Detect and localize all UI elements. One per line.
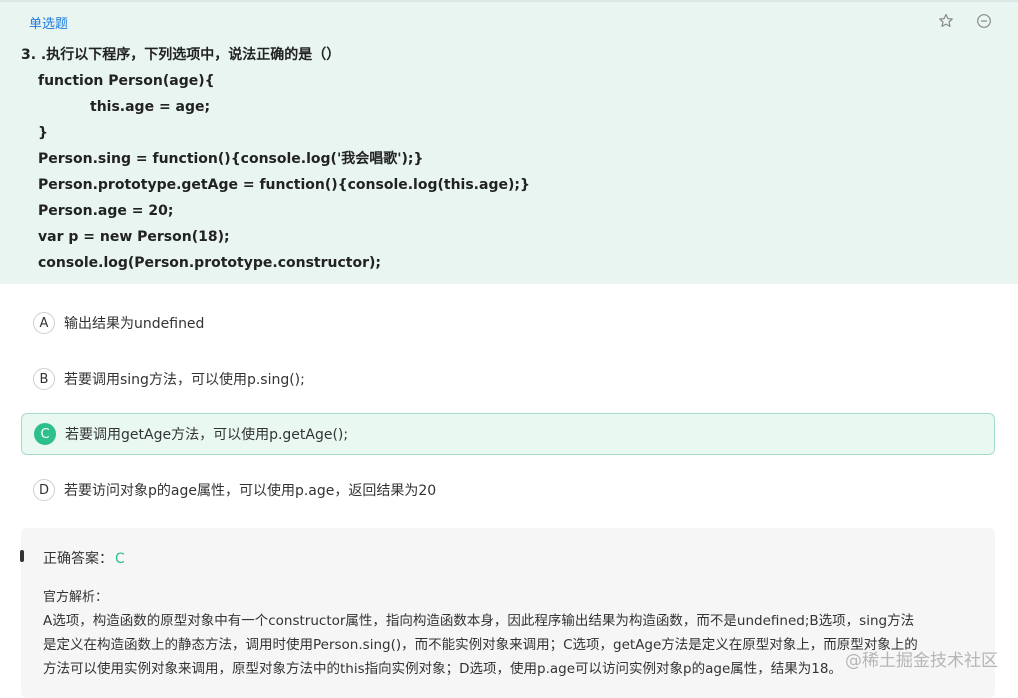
- option-letter: C: [34, 423, 56, 445]
- explanation-line: A选项，构造函数的原型对象中有一个constructor属性，指向构造函数本身，…: [43, 613, 915, 629]
- explanation-text: A选项，构造函数的原型对象中有一个constructor属性，指向构造函数本身，…: [43, 609, 973, 681]
- option-a[interactable]: A 输出结果为undefined: [21, 302, 995, 344]
- option-b[interactable]: B 若要调用sing方法，可以使用p.sing();: [21, 358, 995, 400]
- option-letter: A: [33, 312, 55, 334]
- code-line: Person.age = 20;: [38, 203, 174, 219]
- option-text: 若要访问对象p的age属性，可以使用p.age，返回结果为20: [64, 483, 437, 499]
- option-text: 输出结果为undefined: [64, 316, 205, 332]
- code-line: var p = new Person(18);: [38, 229, 230, 245]
- code-line: Person.prototype.getAge = function(){con…: [38, 177, 530, 193]
- option-c[interactable]: C 若要调用getAge方法，可以使用p.getAge();: [21, 413, 995, 455]
- code-line: function Person(age){: [38, 73, 215, 89]
- code-line: console.log(Person.prototype.constructor…: [38, 255, 381, 271]
- code-line: }: [38, 125, 48, 141]
- code-line: this.age = age;: [90, 99, 211, 115]
- star-icon[interactable]: [937, 12, 955, 30]
- option-text: 若要调用sing方法，可以使用p.sing();: [64, 372, 305, 388]
- section-marker: [20, 550, 24, 562]
- explanation-label: 官方解析：: [43, 590, 109, 605]
- question-title: 3. .执行以下程序，下列选项中，说法正确的是（）: [21, 47, 341, 63]
- code-line: Person.sing = function(){console.log('我会…: [38, 151, 424, 167]
- question-type-label: 单选题: [29, 17, 69, 32]
- correct-answer: 正确答案： C: [43, 548, 125, 568]
- option-text: 若要调用getAge方法，可以使用p.getAge();: [65, 427, 349, 443]
- option-letter: D: [33, 479, 55, 501]
- correct-answer-label: 正确答案：: [43, 551, 113, 567]
- question-panel: 单选题 3. .执行以下程序，下列选项中，说法正确的是（） function P…: [0, 0, 1018, 284]
- option-d[interactable]: D 若要访问对象p的age属性，可以使用p.age，返回结果为20: [21, 469, 995, 511]
- code-block: function Person(age){ this.age = age; } …: [38, 68, 530, 276]
- option-letter: B: [33, 368, 55, 390]
- explanation-line: 是定义在构造函数上的静态方法，调用时使用Person.sing()，而不能实例对…: [43, 637, 918, 653]
- watermark: @稀土掘金技术社区: [845, 651, 998, 671]
- correct-answer-value: C: [115, 551, 125, 567]
- explanation-line: 方法可以使用实例对象来调用，原型对象方法中的this指向实例对象；D选项，使用p…: [43, 661, 842, 677]
- minus-circle-icon[interactable]: [975, 12, 993, 30]
